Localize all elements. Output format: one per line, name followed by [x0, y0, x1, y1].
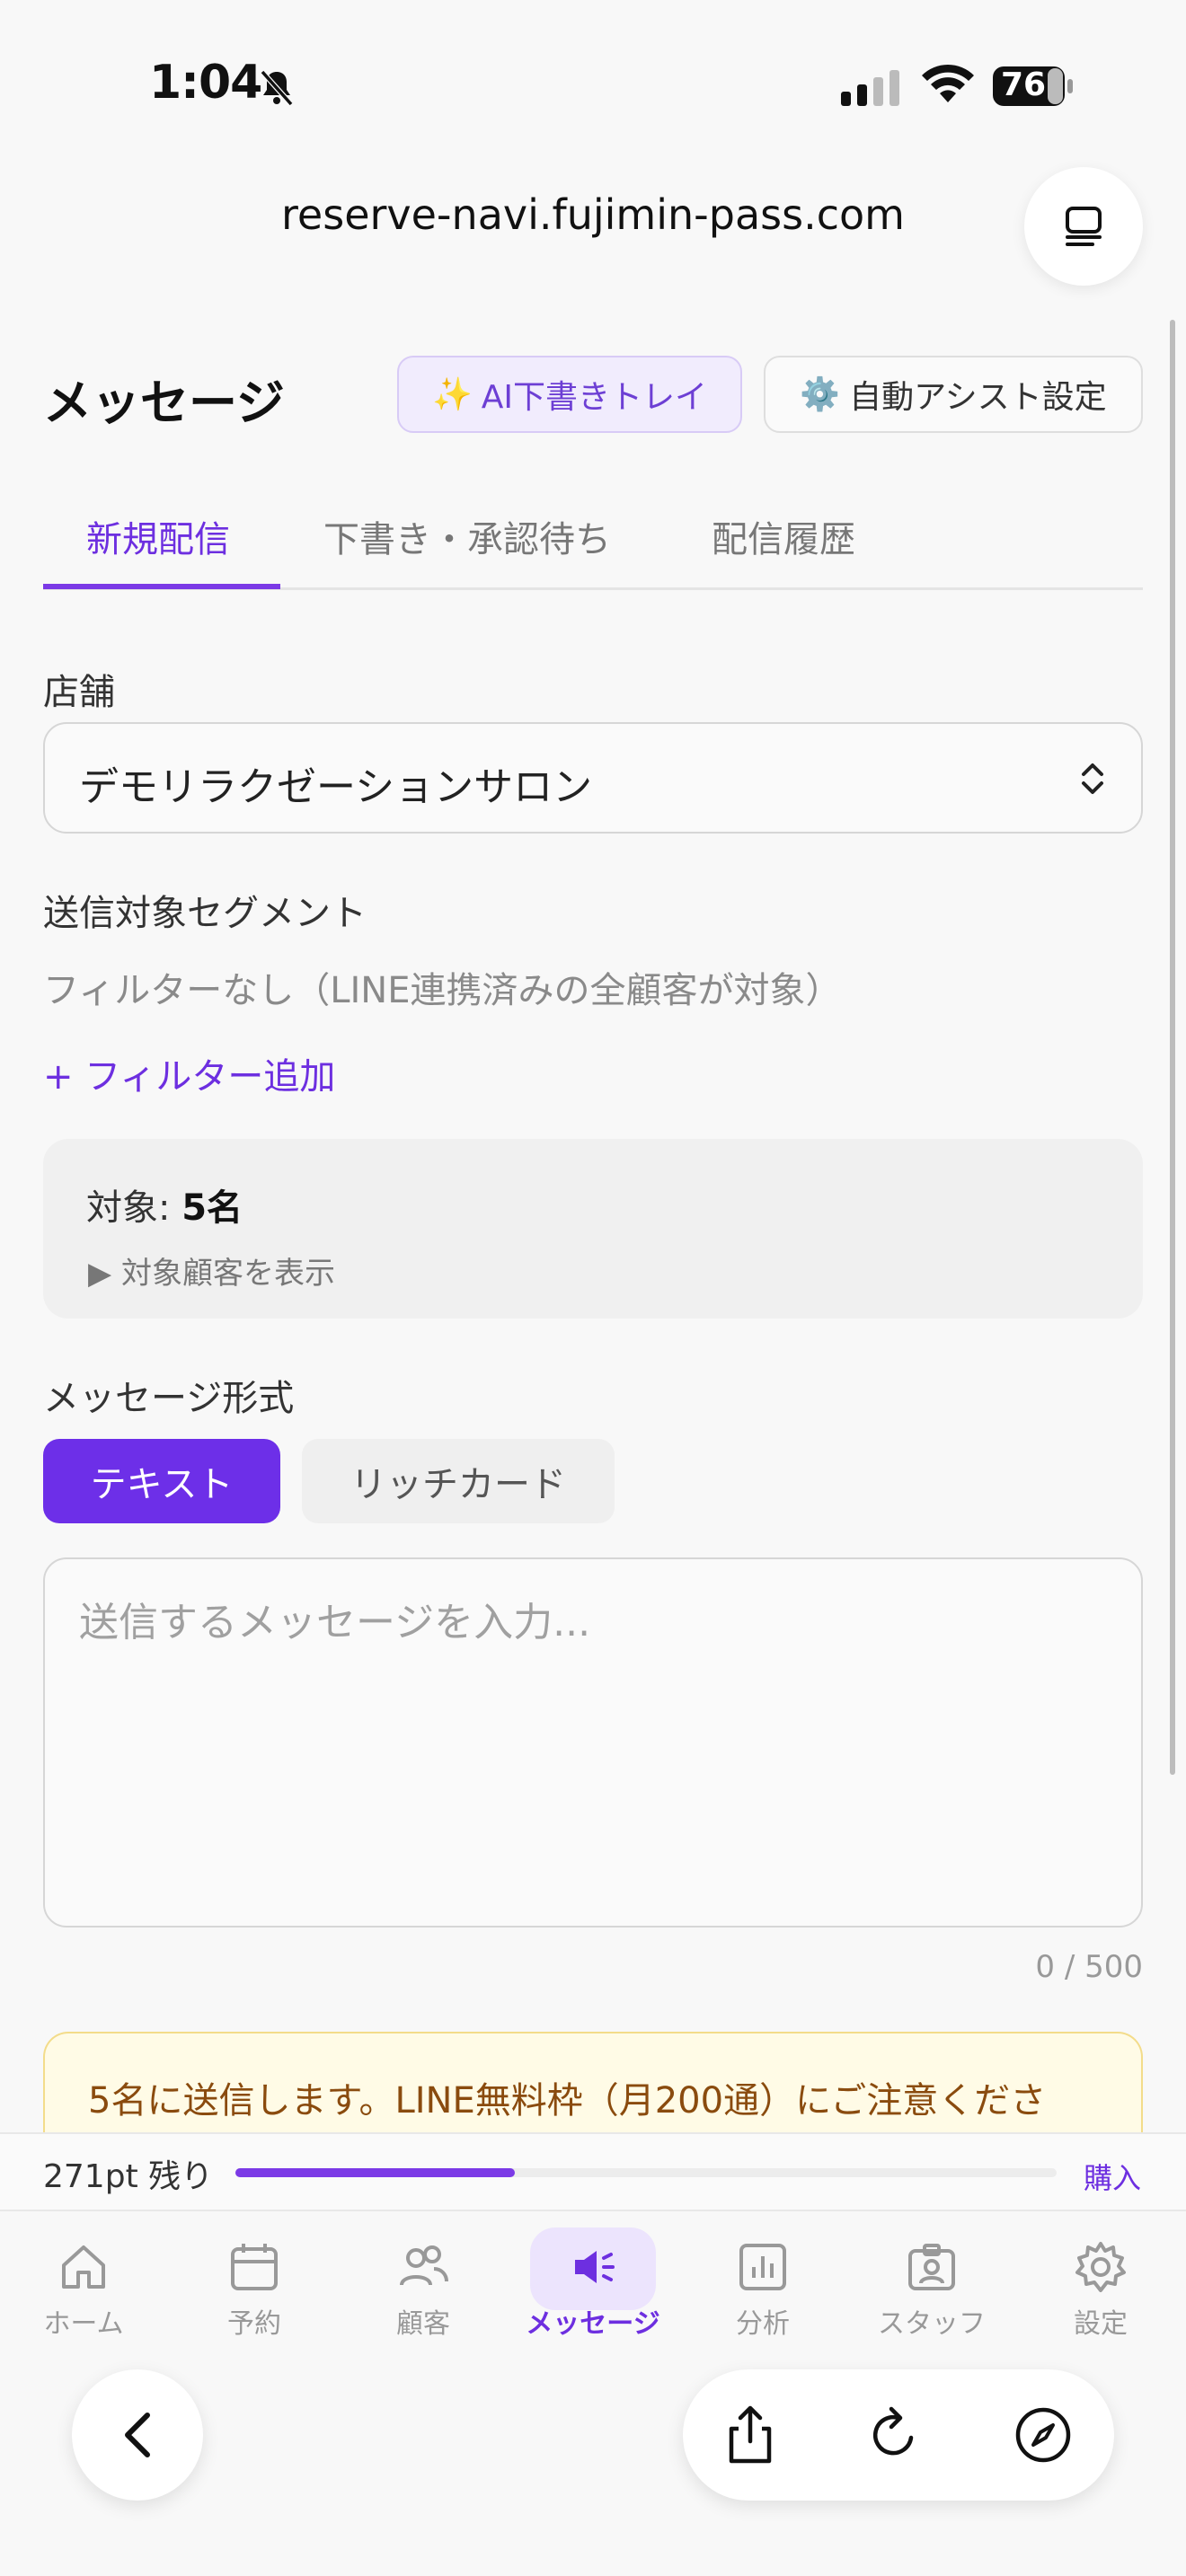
segment-label: 送信対象セグメント: [43, 893, 367, 934]
nav-label-reservations: 予約: [227, 2308, 281, 2340]
home-icon: [62, 2245, 105, 2289]
format-text-button[interactable]: テキスト: [43, 1439, 280, 1523]
target-count-value: 5名: [181, 1187, 243, 1229]
gear-icon: ⚙️: [800, 376, 841, 413]
megaphone-icon: [575, 2251, 615, 2283]
auto-assist-settings-label: 自動アシスト設定: [849, 379, 1107, 416]
ai-draft-tray-button[interactable]: ✨ AI下書きトレイ: [397, 356, 742, 433]
nav-label-settings: 設定: [1074, 2308, 1128, 2340]
url-bar-text[interactable]: reserve-navi.fujimin-pass.com: [0, 190, 1186, 239]
tab-new-broadcast[interactable]: 新規配信: [86, 510, 230, 562]
users-icon: [400, 2245, 448, 2286]
badge-icon: [908, 2244, 955, 2290]
compass-icon[interactable]: [1012, 2404, 1075, 2466]
sparkles-icon: ✨: [431, 376, 473, 413]
nav-item-staff[interactable]: スタッフ: [855, 2224, 1008, 2341]
warning-text: 5名に送信します。LINE無料枠（月200通）にご注意くださ: [88, 2080, 1047, 2122]
message-input[interactable]: [43, 1557, 1143, 1928]
nav-item-reservations[interactable]: 予約: [178, 2224, 331, 2341]
nav-label-home: ホーム: [43, 2308, 124, 2340]
battery-level: 76: [1001, 66, 1047, 103]
store-label: 店舗: [43, 672, 115, 713]
cell-signal-icon: [841, 70, 899, 106]
char-counter: 0 / 500: [1035, 1949, 1143, 1985]
scrollbar[interactable]: [1170, 320, 1175, 1775]
show-target-customers-toggle[interactable]: ▶ 対象顧客を表示: [88, 1248, 335, 1292]
chevron-left-icon: [125, 2413, 150, 2457]
tab-drafts-pending[interactable]: 下書き・承認待ち: [323, 510, 611, 562]
active-tab-indicator: [43, 584, 280, 589]
nav-item-home[interactable]: ホーム: [7, 2224, 160, 2341]
nav-label-staff: スタッフ: [878, 2308, 986, 2340]
updown-chevron-icon: [1082, 763, 1103, 794]
gear-icon: [1075, 2242, 1126, 2292]
page-title: メッセージ: [43, 375, 285, 431]
target-prefix: 対象:: [86, 1187, 182, 1229]
add-filter-link[interactable]: + フィルター追加: [43, 1047, 335, 1099]
reload-icon[interactable]: [863, 2404, 925, 2466]
tab-history[interactable]: 配信履歴: [712, 510, 855, 562]
nav-label-messages: メッセージ: [526, 2308, 660, 2340]
calendar-icon: [231, 2244, 278, 2290]
share-icon[interactable]: [719, 2404, 782, 2466]
nav-item-settings[interactable]: 設定: [1024, 2224, 1177, 2341]
format-rich-card-button[interactable]: リッチカード: [302, 1439, 615, 1523]
bell-muted-icon: [260, 70, 294, 106]
battery-indicator: 76: [992, 65, 1075, 108]
nav-label-analytics: 分析: [736, 2308, 790, 2340]
nav-item-analytics[interactable]: 分析: [686, 2224, 839, 2341]
nav-label-customers: 顧客: [396, 2308, 450, 2340]
segment-description: フィルターなし（LINE連携済みの全顧客が対象）: [43, 970, 842, 1011]
message-format-label: メッセージ形式: [43, 1378, 295, 1419]
nav-item-customers[interactable]: 顧客: [347, 2224, 500, 2341]
points-progress-fill: [235, 2168, 515, 2177]
target-count: 対象: 5名: [86, 1178, 243, 1231]
store-select-value: デモリラクゼーションサロン: [79, 764, 593, 810]
buy-points-link[interactable]: 購入: [1084, 2156, 1141, 2197]
status-time: 1:04: [149, 56, 262, 110]
browser-back-button[interactable]: [72, 2369, 203, 2501]
nav-item-messages[interactable]: メッセージ: [517, 2224, 669, 2341]
points-remaining: 271pt 残り: [43, 2158, 214, 2195]
auto-assist-settings-button[interactable]: ⚙️ 自動アシスト設定: [764, 356, 1143, 433]
ai-draft-tray-label: AI下書きトレイ: [481, 379, 708, 416]
chart-icon: [739, 2244, 786, 2290]
tab-overview-button[interactable]: [1024, 167, 1143, 286]
tabs-icon: [1066, 207, 1102, 246]
wifi-icon: [922, 64, 974, 102]
